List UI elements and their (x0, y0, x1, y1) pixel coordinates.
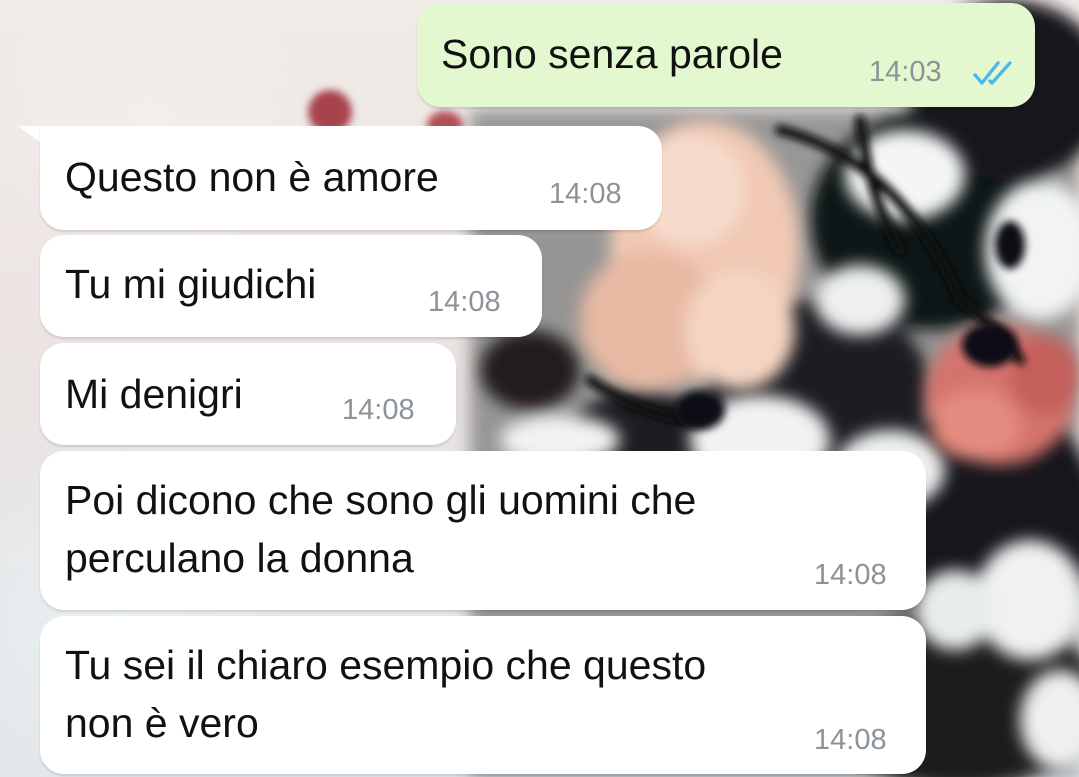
message-text: Sono senza parole (441, 31, 783, 77)
message-text-line-1: Tu sei il chiaro esempio che questo (65, 642, 707, 688)
message-text-line-2: non è vero (65, 700, 259, 746)
message-time: 14:08 (549, 178, 622, 210)
incoming-message-bubble[interactable]: Tu sei il chiaro esempio che questo non … (40, 616, 926, 774)
message-text: Questo non è amore (65, 154, 439, 200)
incoming-message-bubble[interactable]: Mi denigri 14:08 (40, 343, 456, 445)
message-text: Tu mi giudichi (65, 261, 317, 307)
double-check-read-icon (973, 61, 1012, 85)
incoming-message-bubble[interactable]: Questo non è amore 14:08 (40, 126, 662, 230)
incoming-message-bubble[interactable]: Tu mi giudichi 14:08 (40, 235, 542, 337)
incoming-message-bubble[interactable]: Poi dicono che sono gli uomini che percu… (40, 451, 926, 610)
message-time: 14:08 (428, 286, 501, 318)
message-time: 14:03 (869, 56, 942, 88)
message-time: 14:08 (814, 724, 887, 756)
message-text-line-1: Poi dicono che sono gli uomini che (65, 477, 697, 523)
message-text: Mi denigri (65, 371, 243, 417)
outgoing-message-bubble[interactable]: Sono senza parole 14:03 (417, 3, 1035, 107)
message-time: 14:08 (814, 559, 887, 591)
message-text-line-2: perculano la donna (65, 535, 414, 581)
chat-area[interactable]: Sono senza parole 14:03 Questo non è amo… (0, 0, 1079, 777)
message-time: 14:08 (342, 394, 415, 426)
